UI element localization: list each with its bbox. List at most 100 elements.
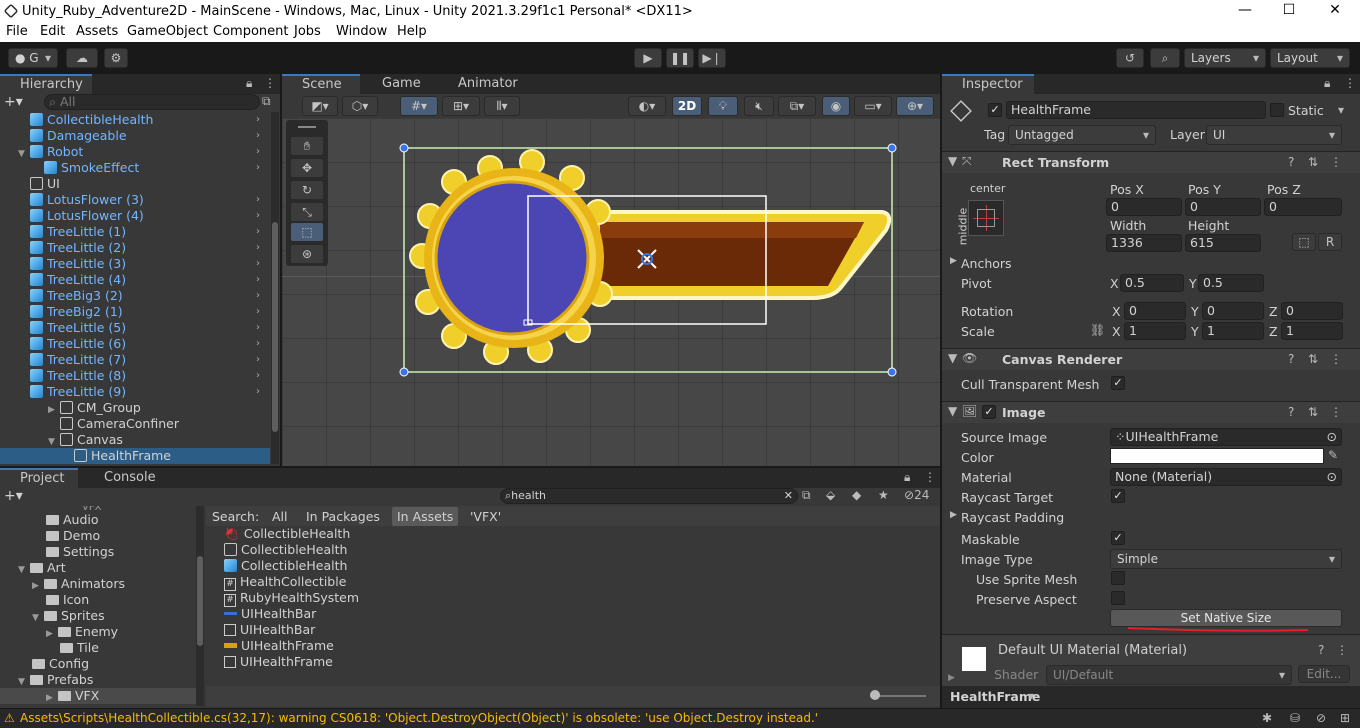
draw-mode-icon[interactable]: ◩▾ bbox=[302, 96, 338, 116]
material-foldout-icon[interactable]: ▶ bbox=[948, 673, 955, 683]
tab-game[interactable]: Game bbox=[362, 74, 434, 94]
add-button[interactable]: +▾ bbox=[4, 94, 23, 110]
status-message[interactable]: Assets\Scripts\HealthCollectible.cs(32,1… bbox=[20, 711, 818, 725]
search-icon[interactable]: ⌕ bbox=[1150, 48, 1180, 68]
maximize-button[interactable]: ☐ bbox=[1266, 2, 1312, 22]
help-icon[interactable]: ? bbox=[1318, 643, 1324, 657]
raycast-padding-label[interactable]: Raycast Padding bbox=[961, 510, 1064, 525]
menu-help[interactable]: Help bbox=[397, 24, 427, 39]
more-icon[interactable]: ⋮ bbox=[924, 470, 936, 484]
rotation-z-field[interactable]: 0 bbox=[1281, 302, 1343, 320]
cloud-icon[interactable]: ☁ bbox=[66, 48, 98, 68]
hierarchy-item[interactable]: CollectibleHealth bbox=[30, 112, 153, 128]
preview-dropdown-arrow[interactable]: ▾ bbox=[1028, 689, 1034, 703]
help-icon[interactable]: ? bbox=[1288, 155, 1294, 169]
debug-icon[interactable]: ✱ bbox=[1262, 711, 1272, 725]
search-by-type-icon[interactable]: ⧉ bbox=[802, 488, 811, 503]
expand-arrow-icon[interactable]: ▶ bbox=[46, 626, 58, 642]
project-search-input[interactable]: ⌕health ✕ bbox=[500, 488, 798, 504]
expand-arrow-icon[interactable]: ▼ bbox=[18, 146, 30, 162]
result-item[interactable]: 🍓︎ CollectibleHealth bbox=[224, 526, 350, 542]
account-dropdown[interactable]: ● G bbox=[8, 48, 58, 68]
minimize-button[interactable]: — bbox=[1222, 2, 1268, 22]
static-dropdown-arrow[interactable]: ▾ bbox=[1338, 103, 1344, 117]
scrollbar-thumb[interactable] bbox=[197, 556, 203, 646]
color-swatch[interactable] bbox=[1110, 448, 1324, 464]
pos-x-field[interactable]: 0 bbox=[1106, 198, 1182, 216]
move-tool-icon[interactable]: ✥ bbox=[290, 158, 324, 178]
hierarchy-item-selected[interactable]: HealthFrame bbox=[0, 448, 270, 464]
pos-z-field[interactable]: 0 bbox=[1264, 198, 1342, 216]
scene-visibility-icon[interactable]: ⧉ bbox=[262, 94, 271, 109]
link-scale-icon[interactable]: ⛓︎ bbox=[1090, 323, 1105, 337]
audio-icon[interactable]: 🔇︎ bbox=[744, 96, 774, 116]
result-item[interactable]: UIHealthFrame bbox=[224, 654, 333, 670]
raw-edit-button[interactable]: R bbox=[1318, 233, 1342, 251]
more-icon[interactable]: ⋮ bbox=[1336, 643, 1348, 657]
cache-icon[interactable]: ⛁ bbox=[1290, 711, 1300, 725]
menu-component[interactable]: Component bbox=[213, 24, 288, 39]
folder-item[interactable]: Settings bbox=[46, 544, 114, 560]
hierarchy-item[interactable]: TreeBig3 (2) bbox=[30, 288, 123, 304]
filter-in-packages[interactable]: In Packages bbox=[306, 509, 380, 524]
folder-item[interactable]: Icon bbox=[46, 592, 89, 608]
result-item[interactable]: UIHealthBar bbox=[224, 622, 315, 638]
layout-dropdown[interactable]: Layout bbox=[1270, 48, 1350, 68]
collapse-arrow-icon[interactable]: ▼ bbox=[948, 351, 957, 365]
anchors-label[interactable]: Anchors bbox=[961, 256, 1012, 271]
expand-arrow-icon[interactable]: ▼ bbox=[32, 610, 44, 626]
folder-item[interactable]: Demo bbox=[46, 528, 100, 544]
tab-scene[interactable]: Scene bbox=[282, 74, 360, 94]
health-frame-sprite[interactable] bbox=[282, 118, 940, 466]
hierarchy-item[interactable]: LotusFlower (4) bbox=[30, 208, 144, 224]
result-item[interactable]: UIHealthFrame bbox=[224, 638, 334, 654]
cull-checkbox[interactable]: ✓ bbox=[1111, 376, 1125, 390]
progress-icon[interactable]: ⊘ bbox=[1316, 711, 1326, 725]
search-by-label-icon[interactable]: ⬙ bbox=[826, 488, 835, 502]
tab-console[interactable]: Console bbox=[84, 468, 164, 488]
scale-x-field[interactable]: 1 bbox=[1124, 322, 1186, 340]
tag-icon[interactable]: ◆ bbox=[852, 488, 861, 502]
hierarchy-item[interactable]: TreeLittle (6) bbox=[30, 336, 126, 352]
hierarchy-scrollbar[interactable] bbox=[271, 112, 279, 464]
expand-arrow-icon[interactable]: ▶ bbox=[32, 578, 44, 594]
grid-snap-icon[interactable]: #▾ bbox=[400, 96, 438, 116]
folder-scrollbar[interactable] bbox=[196, 506, 204, 706]
result-item[interactable]: # RubyHealthSystem bbox=[224, 590, 359, 607]
result-item[interactable]: # HealthCollectible bbox=[224, 574, 346, 591]
raycast-target-checkbox[interactable]: ✓ bbox=[1111, 489, 1125, 503]
menu-jobs[interactable]: Jobs bbox=[294, 24, 321, 39]
lock-icon[interactable]: 🔒︎ bbox=[246, 76, 252, 91]
tab-inspector[interactable]: Inspector bbox=[942, 74, 1034, 94]
hierarchy-item[interactable]: ▶ CM_Group bbox=[48, 400, 141, 416]
gizmos-icon[interactable]: ⊕▾ bbox=[896, 96, 934, 116]
preset-icon[interactable]: ⇅ bbox=[1308, 405, 1318, 419]
edit-shader-button[interactable]: Edit... bbox=[1298, 665, 1350, 683]
rotate-tool-icon[interactable]: ↻ bbox=[290, 180, 324, 200]
hierarchy-item[interactable]: TreeLittle (9) bbox=[30, 384, 126, 400]
rect-transform-header[interactable]: ▼ ⤧ Rect Transform ? ⇅ ⋮ bbox=[942, 151, 1360, 173]
height-field[interactable]: 615 bbox=[1185, 234, 1261, 252]
play-button[interactable]: ▶ bbox=[634, 48, 662, 68]
folder-item[interactable]: ▼ Art bbox=[18, 560, 66, 576]
filter-all[interactable]: All bbox=[272, 509, 288, 524]
hierarchy-item[interactable]: TreeLittle (7) bbox=[30, 352, 126, 368]
folder-item[interactable]: Config bbox=[32, 656, 89, 672]
rotation-y-field[interactable]: 0 bbox=[1202, 302, 1264, 320]
hierarchy-item[interactable]: TreeBig2 (1) bbox=[30, 304, 123, 320]
hierarchy-item[interactable]: UI bbox=[30, 176, 60, 192]
tag-dropdown[interactable]: Untagged bbox=[1008, 125, 1156, 145]
help-icon[interactable]: ? bbox=[1288, 405, 1294, 419]
pos-y-field[interactable]: 0 bbox=[1185, 198, 1261, 216]
scrollbar-thumb[interactable] bbox=[272, 222, 278, 432]
layers-dropdown[interactable]: Layers bbox=[1184, 48, 1266, 68]
toggle-2d-button[interactable]: 2D bbox=[672, 96, 702, 116]
raycast-padding-foldout-icon[interactable]: ▶ bbox=[950, 510, 957, 520]
filter-in-assets[interactable]: In Assets bbox=[392, 507, 459, 526]
help-icon[interactable]: ? bbox=[1288, 352, 1294, 366]
layer-dropdown[interactable]: UI bbox=[1206, 125, 1342, 145]
camera-icon[interactable]: ▭▾ bbox=[854, 96, 892, 116]
collapse-arrow-icon[interactable]: ▼ bbox=[948, 404, 957, 418]
use-sprite-mesh-checkbox[interactable] bbox=[1111, 571, 1125, 585]
hierarchy-item[interactable]: TreeLittle (8) bbox=[30, 368, 126, 384]
